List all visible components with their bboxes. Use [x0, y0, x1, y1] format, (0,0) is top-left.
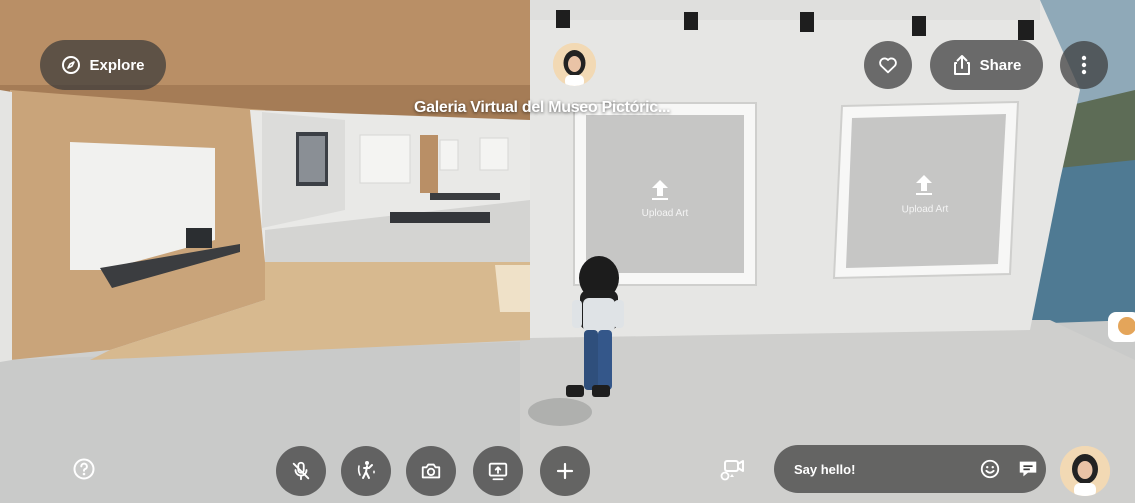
host-avatar[interactable]: [553, 43, 596, 86]
upload-art-label-1[interactable]: Upload Art: [620, 208, 710, 219]
screen-share-icon: [488, 462, 508, 481]
space-title: Galeria Virtual del Museo Pictóric...: [414, 99, 671, 116]
heart-icon: [879, 57, 897, 74]
cushion: [186, 228, 212, 248]
emote-button[interactable]: [341, 446, 391, 496]
dance-icon: [357, 461, 375, 479]
share-label: Share: [979, 56, 1022, 74]
emoji-icon: [980, 459, 1000, 479]
add-button[interactable]: [540, 446, 590, 496]
explore-button[interactable]: Explore: [40, 40, 166, 90]
chat-input[interactable]: [792, 460, 971, 478]
corridor-frame: [359, 134, 411, 184]
mic-toggle-button[interactable]: [276, 446, 326, 496]
screen-share-button[interactable]: [473, 446, 523, 496]
plus-icon: [556, 462, 574, 480]
upload-art-label-2[interactable]: Upload Art: [880, 203, 970, 216]
chat-bar: [774, 445, 1046, 493]
user-avatar[interactable]: [1060, 446, 1110, 496]
avatar-portrait-icon: [553, 43, 596, 86]
camera-view-button[interactable]: [718, 455, 746, 483]
more-options-button[interactable]: [1060, 41, 1108, 89]
avatar-shadow: [528, 398, 592, 426]
chat-toggle-button[interactable]: [1017, 458, 1039, 480]
camera-icon: [421, 463, 441, 479]
corridor-bench: [390, 212, 490, 223]
compass-icon: [62, 56, 81, 74]
explore-label: Explore: [89, 56, 145, 74]
more-vertical-icon: [1081, 55, 1087, 75]
camera-view-icon: [720, 460, 744, 481]
avatar-portrait-icon: [1060, 446, 1110, 496]
chat-icon: [1019, 461, 1037, 477]
mic-off-icon: [292, 461, 310, 481]
camera-button[interactable]: [406, 446, 456, 496]
share-button[interactable]: Share: [930, 40, 1043, 90]
track-light: [556, 10, 570, 28]
share-icon: [953, 55, 970, 75]
left-wall-edge: [0, 90, 12, 362]
favorite-button[interactable]: [864, 41, 912, 89]
virtual-gallery-viewport[interactable]: Explore Galeria Virtual del Museo Pictór…: [0, 0, 1135, 503]
emoji-button[interactable]: [979, 458, 1001, 480]
help-icon: [73, 458, 95, 480]
help-button[interactable]: [72, 457, 96, 481]
